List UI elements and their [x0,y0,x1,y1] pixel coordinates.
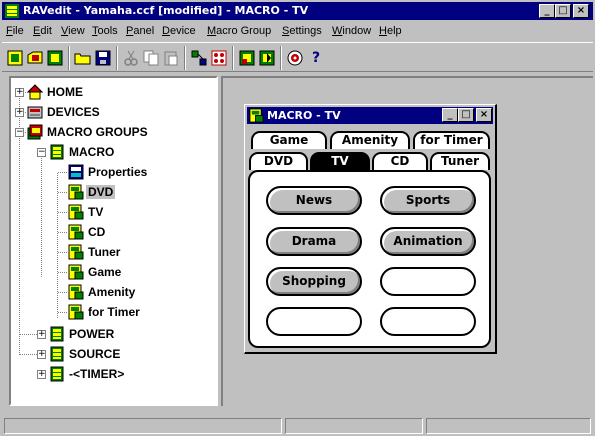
collapse-macro[interactable]: − [37,148,46,157]
open-icon[interactable] [46,49,64,67]
tree-label-power: POWER [69,327,115,341]
panel-icon [249,108,264,123]
window-title: RAVedit - Yamaha.ccf [modified] - MACRO … [23,4,309,17]
panel-icon [68,264,84,280]
cut-icon[interactable] [122,49,140,67]
target-icon[interactable] [286,49,304,67]
macro-icon [50,144,64,160]
tree-label-properties: Properties [88,165,148,179]
folder-icon[interactable] [74,49,92,67]
tree-label-game: Game [88,265,122,279]
tab-game[interactable]: Game [251,131,327,149]
new-icon[interactable] [6,49,24,67]
minimize-button[interactable]: _ [539,4,555,18]
tab-cd[interactable]: CD [372,152,428,170]
child-close-button[interactable]: × [476,108,492,122]
green-icon-a[interactable] [238,49,256,67]
tree-label-tuner: Tuner [88,245,121,259]
menu-file[interactable]: File [6,25,24,37]
child-window-title: MACRO - TV [267,109,341,122]
menu-macro-group[interactable]: Macro Group [207,25,271,37]
help-icon[interactable]: ? [307,49,325,67]
macro-button-empty[interactable] [380,307,476,336]
macro-button-drama[interactable]: Drama [266,227,362,256]
save-icon[interactable] [94,49,112,67]
panel-icon [68,304,84,320]
tree-label-tv: TV [88,205,104,219]
open-ccf-icon[interactable] [26,49,44,67]
tree-label-cd: CD [88,225,106,239]
close-button[interactable]: × [573,4,589,18]
menu-tools[interactable]: Tools [92,25,118,37]
tree-label-for-timer: for Timer [88,305,140,319]
macro-groups-icon [27,124,43,140]
expand-home[interactable]: + [15,88,24,97]
menu-window[interactable]: Window [332,25,371,37]
expand-power[interactable]: + [37,330,46,339]
tree-label-amenity: Amenity [88,285,136,299]
panel-icon [68,244,84,260]
tree-label-home: HOME [47,85,83,99]
tab-tv[interactable]: TV [310,152,370,170]
menu-settings[interactable]: Settings [282,25,322,37]
child-title-bar[interactable]: MACRO - TV _ □ × [247,107,493,124]
panel-icon [68,224,84,240]
macro-button-empty[interactable] [266,307,362,336]
macro-button-animation[interactable]: Animation [380,227,476,256]
macro-button-news[interactable]: News [266,186,362,215]
network-icon[interactable] [190,49,208,67]
child-maximize-button[interactable]: □ [458,108,474,122]
tab-dvd[interactable]: DVD [249,152,308,170]
panel-icon [68,204,84,220]
green-icon-b[interactable] [258,49,276,67]
menu-help[interactable]: Help [379,25,402,37]
status-cell-main [4,418,282,434]
tab-for-timer[interactable]: for Timer [413,131,490,149]
tree-label-macro: MACRO [69,145,115,159]
tree-label-timer: -<TIMER> [69,367,125,381]
title-bar[interactable]: RAVedit - Yamaha.ccf [modified] - MACRO … [2,2,593,20]
properties-icon [68,164,84,180]
tab-amenity[interactable]: Amenity [330,131,410,149]
status-cell-2 [285,418,423,434]
copy-icon[interactable] [142,49,160,67]
macro-icon [50,366,64,382]
menu-bar: File Edit View Tools Panel Device Macro … [2,21,593,41]
menu-device[interactable]: Device [162,25,196,37]
devices-icon [27,106,43,119]
macro-button-sports[interactable]: Sports [380,186,476,215]
toolbar: ? [2,42,593,72]
collapse-macro-groups[interactable]: − [15,128,24,137]
tree-label-macro-groups: MACRO GROUPS [47,125,148,139]
maximize-button[interactable]: □ [555,4,571,18]
tree-label-dvd: DVD [86,185,116,199]
macro-icon [50,326,64,342]
macro-button-shopping[interactable]: Shopping [266,267,362,296]
app-window: RAVedit - Yamaha.ccf [modified] - MACRO … [0,0,595,436]
paste-icon[interactable] [162,49,180,67]
grid-icon[interactable] [210,49,228,67]
status-bar [2,416,593,434]
tree-label-devices: DEVICES [47,105,100,119]
app-icon [5,4,19,18]
panel-icon [68,184,84,200]
expand-devices[interactable]: + [15,108,24,117]
menu-edit[interactable]: Edit [33,25,52,37]
macro-icon [50,346,64,362]
macro-button-empty[interactable] [380,267,476,296]
child-minimize-button[interactable]: _ [442,108,458,122]
menu-view[interactable]: View [61,25,85,37]
expand-source[interactable]: + [37,350,46,359]
menu-panel[interactable]: Panel [126,25,154,37]
status-cell-3 [426,418,591,434]
panel-icon [68,284,84,300]
home-icon [27,84,43,100]
expand-timer[interactable]: + [37,370,46,379]
tree-view[interactable]: + HOME + DEVICES − MACRO GROUPS − MACRO … [9,76,218,406]
tree-label-source: SOURCE [69,347,121,361]
tab-tuner[interactable]: Tuner [430,152,490,170]
